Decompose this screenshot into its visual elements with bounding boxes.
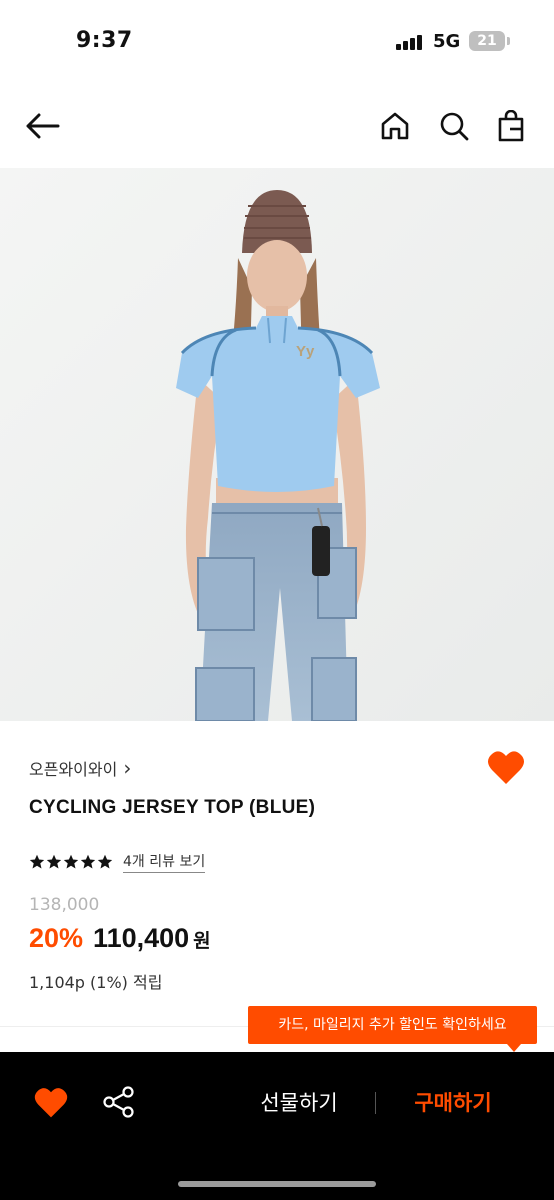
points-info: 1,104p (1%) 적립 — [29, 973, 163, 992]
bar-divider — [375, 1092, 376, 1114]
home-icon[interactable] — [375, 106, 415, 146]
star-icon — [46, 854, 62, 869]
star-icon — [80, 854, 96, 869]
battery-cap — [507, 37, 510, 45]
price-row: 20% 110,400 원 — [29, 923, 211, 954]
bottom-action-bar: 선물하기 구매하기 — [0, 1052, 554, 1200]
rating-stars — [29, 854, 113, 870]
star-icon — [97, 854, 113, 869]
brand-name: 오픈와이와이 — [29, 760, 118, 779]
status-bar: 9:37 5G 21 — [0, 0, 554, 80]
currency-unit: 원 — [193, 930, 211, 952]
network-type: 5G — [433, 31, 461, 52]
brand-link[interactable]: 오픈와이와이 › — [29, 756, 131, 780]
discount-tooltip[interactable]: 카드, 마일리지 추가 할인도 확인하세요 — [248, 1006, 537, 1044]
product-title: CYCLING JERSEY TOP (BLUE) — [29, 797, 316, 818]
top-nav — [0, 96, 554, 156]
discount-rate: 20% — [29, 923, 84, 953]
chevron-right-icon: › — [123, 756, 132, 780]
share-icon[interactable] — [101, 1084, 137, 1120]
star-icon — [63, 854, 79, 869]
original-price: 138,000 — [29, 895, 100, 915]
buy-button[interactable]: 구매하기 — [394, 1082, 512, 1124]
wishlist-heart-icon[interactable] — [486, 748, 526, 788]
review-link[interactable]: 4개 리뷰 보기 — [123, 851, 206, 873]
signal-icon — [396, 34, 424, 50]
sale-price: 110,400 — [93, 923, 190, 953]
back-arrow-icon[interactable] — [22, 106, 62, 146]
shopping-bag-icon[interactable] — [491, 106, 531, 146]
battery-level: 21 — [477, 33, 497, 49]
svg-text:Yy: Yy — [296, 343, 315, 360]
search-icon[interactable] — [434, 106, 474, 146]
status-time: 9:37 — [76, 28, 133, 53]
star-icon — [29, 854, 45, 869]
rating-row: 4개 리뷰 보기 — [29, 851, 206, 873]
product-image[interactable]: Yy — [0, 168, 554, 721]
heart-icon[interactable] — [33, 1085, 69, 1121]
tooltip-arrow — [507, 1044, 521, 1052]
gift-button[interactable]: 선물하기 — [240, 1082, 358, 1124]
battery-icon: 21 — [469, 31, 505, 51]
product-photo-illustration: Yy — [0, 168, 554, 721]
home-indicator[interactable] — [178, 1181, 376, 1187]
